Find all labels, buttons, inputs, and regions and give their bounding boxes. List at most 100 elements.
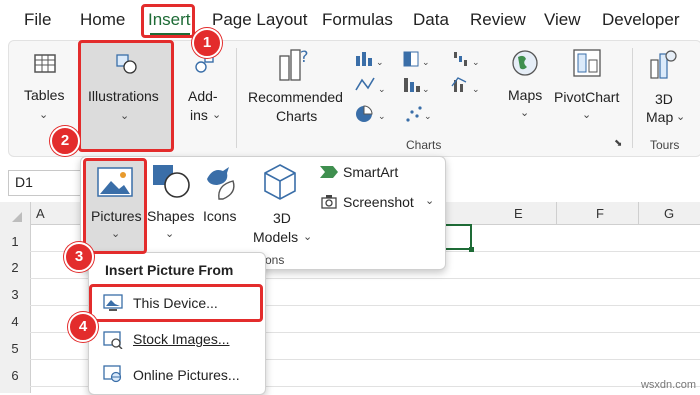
tab-data[interactable]: Data — [413, 10, 449, 30]
row-header-3[interactable]: 3 — [0, 287, 30, 302]
column-chart-icon: ⌄ — [356, 52, 384, 67]
callout-badge-3: 3 — [64, 242, 94, 272]
bird-leaf-icon — [207, 167, 235, 200]
tab-review[interactable]: Review — [470, 10, 526, 30]
smartart-button[interactable]: SmartArt — [317, 161, 441, 185]
3d-map-button[interactable]: 3D Map ⌄ — [640, 46, 692, 136]
svg-text:⌄: ⌄ — [472, 84, 480, 94]
3d-map-icon — [650, 50, 677, 79]
tables-label: Tables — [24, 87, 65, 103]
chevron-down-icon: ⌄ — [582, 109, 592, 121]
stock-images-item[interactable]: Stock Images... — [93, 325, 261, 355]
svg-text:⌄: ⌄ — [378, 84, 386, 94]
shapes-icon — [153, 165, 190, 198]
row-header-1[interactable]: 1 — [0, 234, 30, 249]
column-header-e[interactable]: E — [514, 206, 523, 221]
column-header-f[interactable]: F — [596, 206, 604, 221]
3d-models-label-2: Models — [253, 229, 299, 245]
recommended-label-2: Charts — [276, 108, 318, 124]
tab-developer[interactable]: Developer — [602, 10, 680, 30]
svg-text:⌄: ⌄ — [422, 57, 430, 67]
chevron-down-icon: ⌄ — [520, 107, 530, 119]
watermark: wsxdn.com — [640, 379, 696, 391]
row-header-2[interactable]: 2 — [0, 260, 30, 275]
row-header-4[interactable]: 4 — [0, 314, 30, 329]
chart-types-gallery: ⌄ ⌄ ⌄ ⌄ ⌄ ⌄ ⌄ ⌄ — [355, 51, 480, 122]
shapes-button[interactable]: Shapes ⌄ — [147, 161, 195, 241]
chevron-down-icon: ⌄ — [39, 109, 49, 121]
select-all-icon[interactable] — [8, 212, 24, 224]
camera-icon — [321, 195, 337, 209]
ribbon-separator — [236, 48, 237, 148]
online-pictures-item[interactable]: Online Pictures... — [93, 359, 261, 389]
cube-icon — [264, 164, 296, 200]
column-header-g[interactable]: G — [664, 206, 674, 221]
tables-button[interactable]: Tables ⌄ — [22, 52, 70, 132]
shapes-label: Shapes — [147, 208, 195, 224]
chevron-down-icon: ⌄ — [303, 231, 313, 243]
pivotchart-icon — [573, 49, 601, 77]
tab-view[interactable]: View — [544, 10, 581, 30]
online-pictures-icon — [103, 365, 122, 383]
recommended-charts-button[interactable]: ? Recommended Charts — [246, 48, 346, 128]
callout-badge-2: 2 — [50, 126, 80, 156]
combo-chart-icon: ⌄ — [451, 77, 480, 94]
globe-icon — [512, 50, 538, 76]
chevron-down-icon: ⌄ — [165, 228, 175, 240]
add-ins-button[interactable]: Add- ins ⌄ — [184, 52, 224, 132]
pivotchart-label: PivotChart — [554, 89, 620, 105]
tab-file[interactable]: File — [24, 10, 51, 30]
name-box-value: D1 — [15, 174, 33, 190]
screenshot-button[interactable]: Screenshot ⌄ — [317, 191, 441, 215]
svg-text:⌄: ⌄ — [422, 84, 430, 94]
line-chart-icon: ⌄ — [355, 77, 386, 94]
menu-header: Insert Picture From — [105, 262, 234, 278]
column-header-a[interactable]: A — [36, 206, 45, 221]
callout-badge-1: 1 — [192, 28, 222, 58]
dialog-launcher-icon[interactable]: ⬊ — [614, 138, 622, 149]
stock-images-label: Stock Images... — [133, 331, 230, 347]
callout-box-illustrations — [78, 40, 174, 152]
screenshot-label: Screenshot — [343, 194, 414, 210]
pivotchart-button[interactable]: PivotChart ⌄ — [552, 46, 624, 124]
smartart-icon — [320, 166, 338, 178]
tours-group-label: Tours — [650, 138, 680, 152]
scatter-chart-icon: ⌄ — [406, 106, 432, 122]
waterfall-chart-icon: ⌄ — [454, 52, 480, 67]
3d-models-label-1: 3D — [273, 210, 291, 226]
row-header-6[interactable]: 6 — [0, 368, 30, 383]
online-pictures-label: Online Pictures... — [133, 367, 240, 383]
table-icon — [34, 54, 56, 73]
chevron-down-icon: ⌄ — [425, 195, 435, 207]
row-header-5[interactable]: 5 — [0, 341, 30, 356]
icons-label: Icons — [203, 208, 237, 224]
callout-box-pictures — [83, 158, 147, 254]
charts-group-label: Charts — [406, 138, 442, 152]
svg-text:⌄: ⌄ — [424, 111, 432, 121]
fill-handle[interactable] — [469, 247, 474, 252]
svg-text:?: ? — [300, 48, 309, 66]
chevron-down-icon: ⌄ — [676, 111, 686, 123]
add-ins-label-1: Add- — [188, 88, 218, 104]
callout-box-insert — [141, 4, 195, 38]
statistic-chart-icon: ⌄ — [404, 78, 430, 94]
maps-label: Maps — [508, 87, 543, 103]
tab-home[interactable]: Home — [80, 10, 125, 30]
3d-map-label-1: 3D — [655, 91, 673, 107]
icons-button[interactable]: Icons — [199, 161, 245, 231]
maps-button[interactable]: Maps ⌄ — [504, 46, 548, 124]
stock-images-icon — [103, 331, 123, 349]
column-divider — [638, 202, 639, 224]
pie-chart-icon: ⌄ — [356, 105, 386, 122]
chevron-down-icon: ⌄ — [212, 109, 222, 121]
svg-text:⌄: ⌄ — [378, 111, 386, 121]
ribbon-separator — [632, 48, 633, 148]
svg-text:⌄: ⌄ — [376, 57, 384, 67]
svg-text:⌄: ⌄ — [472, 57, 480, 67]
recommended-label-1: Recommended — [248, 89, 343, 105]
tab-page-layout[interactable]: Page Layout — [212, 10, 307, 30]
smartart-label: SmartArt — [343, 164, 399, 180]
callout-badge-4: 4 — [68, 312, 98, 342]
3d-models-button[interactable]: 3D Models ⌄ — [251, 161, 315, 253]
tab-formulas[interactable]: Formulas — [322, 10, 393, 30]
